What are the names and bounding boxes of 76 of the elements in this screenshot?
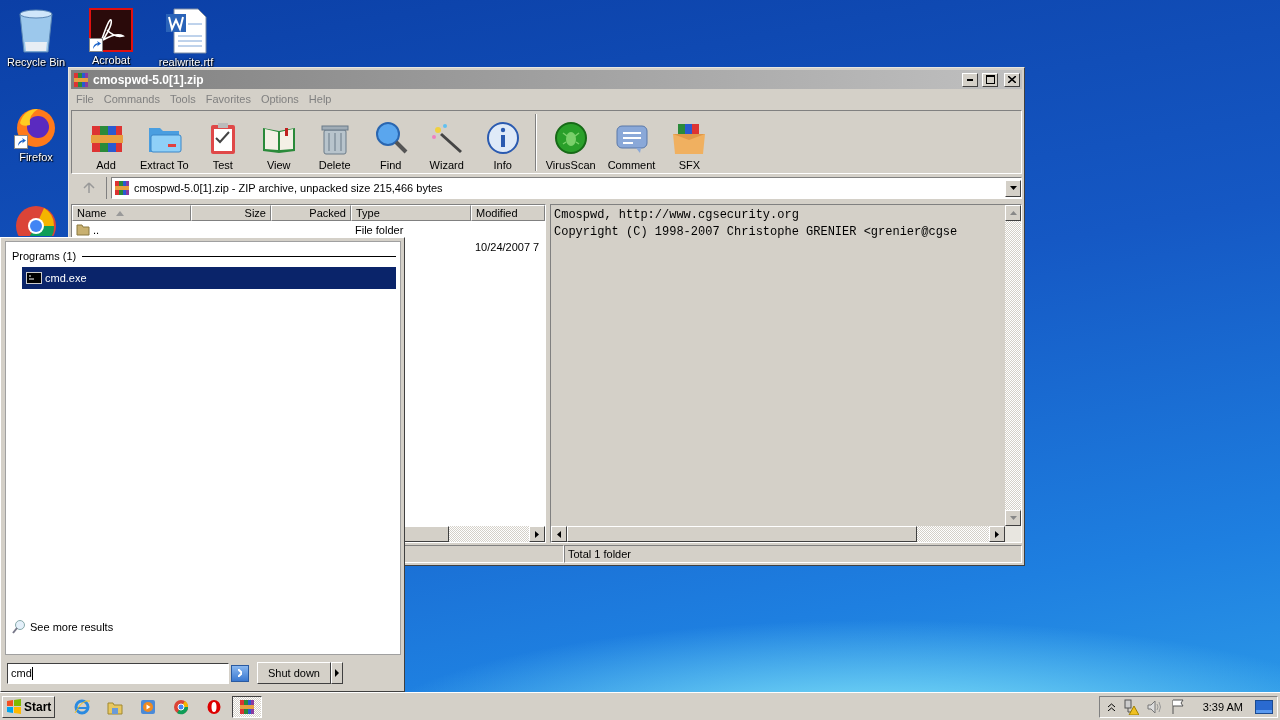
table-cell: 10/24/2007 7 [475, 240, 540, 253]
toolbar-button[interactable]: View [250, 120, 307, 171]
search-icon [12, 619, 26, 634]
table-cell: File folder [355, 223, 404, 236]
scroll-left-button[interactable] [551, 526, 567, 542]
toolbar-button[interactable]: SFX [661, 120, 718, 171]
up-arrow-icon [1009, 211, 1017, 215]
desktop-icon-label[interactable]: realwrite.rtf [158, 56, 214, 68]
scroll-right-button[interactable] [529, 526, 545, 542]
section-heading: Programs (1) [12, 250, 77, 262]
toolbar-button[interactable]: VirusScan [534, 114, 602, 171]
left-arrow-icon [557, 530, 561, 538]
winrar-icon [239, 698, 256, 715]
opera-icon [206, 698, 223, 715]
windows-logo-icon [6, 698, 22, 715]
toolbar-button[interactable]: Extract To [134, 120, 195, 171]
right-arrow-icon [535, 530, 539, 538]
shut-down-options-button[interactable] [331, 662, 343, 684]
scroll-right-button[interactable] [989, 526, 1005, 542]
toolbar-button[interactable]: Delete [306, 120, 363, 171]
up-arrow-icon [82, 182, 95, 194]
taskbar-app-button[interactable] [232, 695, 263, 718]
close-button[interactable] [1004, 72, 1020, 87]
show-desktop-icon[interactable] [1255, 699, 1273, 714]
address-field[interactable]: cmospwd-5.0[1].zip - ZIP archive, unpacked size 215,466 bytes [111, 177, 1022, 199]
virusscan-icon [552, 120, 589, 156]
maximize-button[interactable] [982, 72, 998, 87]
comment-line: Copyright (C) 1998-2007 Christophe GRENIER <grenier@cgse [554, 224, 959, 241]
toolbar-button[interactable]: Add [78, 120, 134, 171]
window-title: cmospwd-5.0[1].zip [93, 72, 205, 87]
ie-icon [74, 698, 91, 715]
media-icon [140, 698, 157, 715]
speaker-icon[interactable] [1146, 699, 1163, 714]
toolbar-button[interactable]: Comment [601, 120, 662, 171]
column-header[interactable]: Name [72, 205, 191, 221]
column-header[interactable]: Type [351, 205, 471, 221]
scroll-up-button[interactable] [1005, 205, 1021, 221]
clock[interactable]: 3:39 AM [1202, 700, 1243, 713]
toolbar-button[interactable]: Wizard [418, 120, 475, 171]
toolbar-button[interactable]: Find [362, 120, 419, 171]
console-icon [26, 272, 42, 284]
search-field[interactable]: cmd [7, 662, 229, 684]
info-icon [484, 120, 521, 156]
see-more-results-link[interactable]: See more results [12, 619, 396, 634]
desktop-icon-label[interactable]: Firefox [19, 151, 53, 163]
minimize-icon [967, 78, 973, 81]
maximize-icon [985, 75, 995, 84]
search-result[interactable]: cmd.exe [22, 267, 396, 289]
dropdown-button[interactable] [1005, 179, 1021, 197]
toolbar-button[interactable]: Info [474, 120, 531, 171]
scroll-down-button[interactable] [1005, 510, 1021, 526]
clear-search-button[interactable] [231, 664, 249, 682]
toolbar-button[interactable]: Test [194, 120, 251, 171]
chevron-up-icon[interactable] [1107, 702, 1115, 711]
scrollbar-thumb[interactable] [402, 526, 449, 542]
archive-icon [73, 71, 89, 88]
caret-icon [1009, 186, 1017, 190]
column-header[interactable]: Size [191, 205, 271, 221]
column-header[interactable]: Packed [271, 205, 351, 221]
flag-icon[interactable] [1170, 699, 1185, 714]
network-warning-icon[interactable] [1122, 698, 1139, 715]
column-header[interactable]: Modified [471, 205, 545, 221]
desktop-icon-label[interactable]: Recycle Bin [6, 56, 66, 68]
comment-line: Cmospwd, http://www.cgsecurity.org [554, 207, 800, 224]
right-arrow-icon [335, 669, 339, 677]
start-button[interactable]: Start [2, 695, 56, 718]
minimize-button[interactable] [962, 72, 978, 87]
chrome-icon [173, 698, 190, 715]
down-arrow-icon [1009, 516, 1017, 520]
right-arrow-icon [995, 530, 999, 538]
status-text: Total 1 folder [568, 548, 631, 560]
table-cell: .. [93, 223, 100, 236]
archive-icon [114, 180, 130, 196]
desktop-icon-label[interactable]: Acrobat [92, 54, 130, 66]
scrollbar-thumb[interactable] [567, 526, 917, 542]
shut-down-button[interactable]: Shut down [257, 662, 331, 684]
